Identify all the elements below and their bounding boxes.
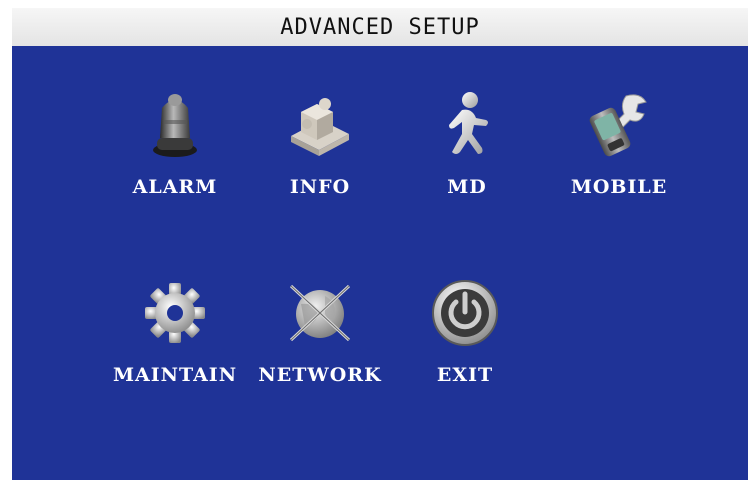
page-title: ADVANCED SETUP [280, 14, 480, 40]
menu-item-network[interactable]: NETWORK [250, 278, 390, 408]
menu-item-maintain[interactable]: MAINTAIN [105, 278, 245, 408]
menu-item-md[interactable]: MD [397, 90, 537, 220]
menu-item-mobile[interactable]: MOBILE [549, 90, 689, 220]
globe-network-icon [289, 284, 351, 342]
menu-label-mobile: MOBILE [570, 176, 668, 198]
menu-label-exit: EXIT [436, 364, 494, 386]
menu-panel: ALARM INFO MD MOBILE MAINTAIN NETWORK EX… [12, 46, 748, 480]
menu-item-exit[interactable]: EXIT [395, 278, 535, 408]
alarm-siren-icon [153, 94, 197, 157]
motion-runner-icon [449, 92, 488, 154]
menu-label-maintain: MAINTAIN [112, 364, 238, 386]
mobile-phone-icon [589, 94, 647, 157]
menu-item-info[interactable]: INFO [250, 90, 390, 220]
advanced-setup-screen: ADVANCED SETUP ALARM INFO MD MOBILE MAIN… [0, 0, 756, 484]
power-icon [432, 280, 498, 346]
info-puzzle-icon [291, 98, 349, 156]
menu-label-network: NETWORK [258, 364, 382, 386]
menu-label-info: INFO [289, 176, 351, 198]
menu-label-md: MD [447, 176, 487, 198]
menu-item-alarm[interactable]: ALARM [105, 90, 245, 220]
title-bar: ADVANCED SETUP [12, 8, 748, 46]
menu-label-alarm: ALARM [132, 176, 218, 198]
gear-icon [145, 283, 205, 343]
